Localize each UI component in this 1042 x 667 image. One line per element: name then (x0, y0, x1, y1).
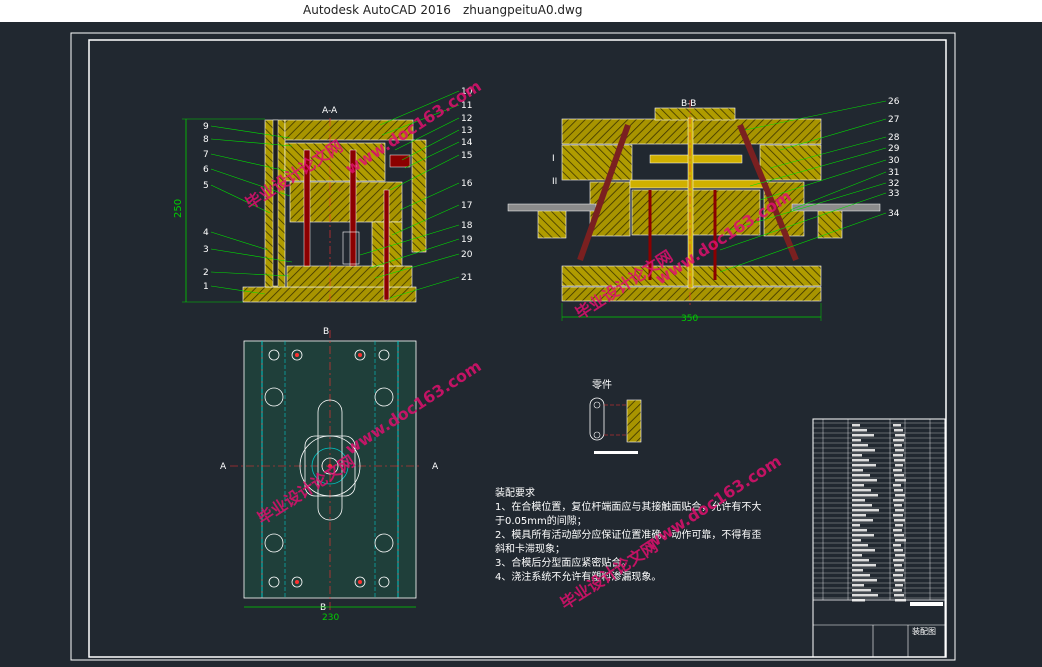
plate-roman-2: II (552, 177, 557, 187)
callout-30: 30 (888, 156, 900, 166)
callout-34: 34 (888, 209, 900, 219)
part-title: 零件 (592, 379, 612, 391)
callout-15: 15 (461, 151, 472, 161)
part-detail[interactable]: 零件 (589, 379, 642, 454)
callout-33: 33 (888, 189, 899, 199)
plate-roman-1: I (552, 154, 555, 164)
window-titlebar: Autodesk AutoCAD 2016 zhuangpeituA0.dwg (0, 0, 1042, 22)
notes-line-6: 4、浇注系统不允许有塑料渗漏现象。 (495, 570, 661, 583)
callout-9: 9 (203, 122, 209, 132)
section-aa-label: A-A (322, 106, 338, 116)
callout-18: 18 (461, 221, 473, 231)
callout-3: 3 (203, 245, 209, 255)
notes-line-4: 斜和卡滞现象； (495, 542, 565, 555)
section-bb-view[interactable]: B-B I II 350 (507, 99, 881, 324)
plan-mark-b-bottom: B (320, 603, 326, 613)
notes-title: 装配要求 (495, 486, 535, 499)
callout-6: 6 (203, 165, 209, 175)
title-block[interactable]: 装配图 (812, 418, 946, 658)
callout-26: 26 (888, 97, 900, 107)
section-bb-label: B-B (681, 99, 696, 109)
callout-27: 27 (888, 115, 899, 125)
dim-width-plan: 230 (322, 613, 339, 623)
title-block-label: 装配图 (912, 626, 936, 636)
plan-mark-b-top: B (323, 327, 329, 337)
drawing-canvas[interactable]: A-A 250 9 8 7 6 5 4 3 2 1 10 11 12 13 14… (0, 22, 1042, 663)
notes-line-3: 2、模具所有活动部分应保证位置准确，动作可靠，不得有歪 (495, 528, 761, 541)
callout-4: 4 (203, 228, 209, 238)
callout-28: 28 (888, 133, 900, 143)
callout-19: 19 (461, 235, 473, 245)
callout-12: 12 (461, 114, 472, 124)
callout-2: 2 (203, 268, 209, 278)
plan-mark-a-right: A (432, 462, 439, 472)
bom-rows (813, 422, 945, 602)
drawing-svg[interactable]: A-A 250 9 8 7 6 5 4 3 2 1 10 11 12 13 14… (0, 22, 1042, 663)
dim-width-right: 350 (681, 314, 698, 324)
callout-13: 13 (461, 126, 472, 136)
callout-14: 14 (461, 138, 473, 148)
notes-line-2: 于0.05mm的间隙； (495, 514, 587, 527)
callout-32: 32 (888, 179, 899, 189)
callout-17: 17 (461, 201, 472, 211)
callout-21: 21 (461, 273, 472, 283)
callout-8: 8 (203, 135, 209, 145)
callout-31: 31 (888, 168, 899, 178)
plan-mark-a-left: A (220, 462, 227, 472)
callout-29: 29 (888, 144, 900, 154)
dim-height: 250 (173, 199, 184, 218)
callout-20: 20 (461, 250, 473, 260)
callout-5: 5 (203, 181, 209, 191)
app-title: Autodesk AutoCAD 2016 (303, 3, 451, 17)
callout-7: 7 (203, 150, 209, 160)
callout-16: 16 (461, 179, 473, 189)
callout-1: 1 (203, 282, 209, 292)
file-name: zhuangpeituA0.dwg (463, 3, 583, 17)
